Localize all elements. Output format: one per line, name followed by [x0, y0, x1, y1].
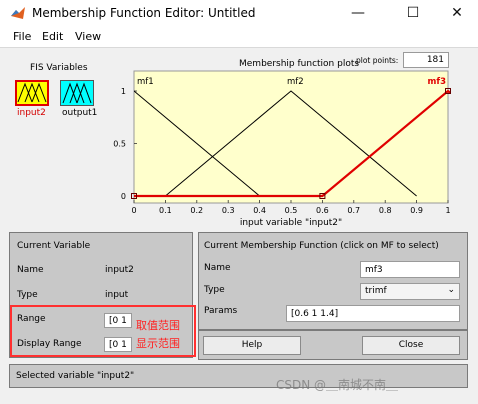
x-tick-label: 0.1 — [159, 206, 172, 215]
mf-params-input[interactable] — [286, 305, 460, 322]
status-bar: Selected variable "input2" — [9, 364, 468, 388]
x-axis-label: input variable "input2" — [240, 218, 342, 228]
chevron-down-icon: ⌄ — [447, 285, 455, 295]
x-tick-label: 0.2 — [190, 206, 203, 215]
mf-label-mf2[interactable]: mf2 — [287, 77, 304, 87]
x-tick-label: 0.7 — [347, 206, 360, 215]
close-button[interactable]: Close — [362, 336, 460, 355]
x-tick-label: 0 — [131, 206, 136, 215]
y-tick-label: 0 — [121, 192, 126, 201]
mf-type-select[interactable]: trimf ⌄ — [360, 283, 460, 300]
mf-name-label: Name — [204, 263, 231, 273]
x-tick-label: 0.8 — [379, 206, 392, 215]
y-tick-label: 0.5 — [113, 140, 126, 149]
current-variable-title: Current Variable — [17, 241, 91, 251]
x-tick-label: 0.9 — [410, 206, 423, 215]
range-annotation: 取值范围 — [136, 319, 180, 332]
current-mf-panel: Current Membership Function (click on MF… — [198, 232, 468, 330]
membership-function-plot[interactable]: 0 0.1 0.2 0.3 0.4 0.5 0.6 0.7 0.8 0.9 1 0 0.5 1 mf1 mf… — [0, 0, 478, 232]
variable-type-value: input — [105, 290, 129, 300]
mf-label-mf1[interactable]: mf1 — [137, 77, 154, 87]
x-tick-label: 0.5 — [285, 206, 298, 215]
y-tick-label: 1 — [121, 87, 126, 96]
x-tick-label: 0.6 — [316, 206, 329, 215]
mf-label-mf3[interactable]: mf3 — [428, 77, 447, 87]
x-tick-label: 1 — [445, 206, 450, 215]
variable-type-label: Type — [17, 290, 38, 300]
current-mf-title: Current Membership Function (click on MF… — [204, 241, 439, 251]
x-tick-label: 0.4 — [253, 206, 266, 215]
variable-name-label: Name — [17, 265, 44, 275]
button-panel: Help Close — [198, 330, 468, 360]
status-text: Selected variable "input2" — [16, 371, 135, 381]
mf-name-input[interactable] — [360, 261, 460, 278]
variable-name-value: input2 — [105, 265, 134, 275]
watermark: CSDN @＿南城不南＿ — [276, 378, 399, 392]
x-tick-label: 0.3 — [222, 206, 235, 215]
mf-type-value: trimf — [365, 286, 387, 296]
mf-params-label: Params — [204, 306, 238, 316]
help-button[interactable]: Help — [203, 336, 301, 355]
mf-type-label: Type — [204, 285, 225, 295]
display-range-annotation: 显示范围 — [136, 337, 180, 350]
